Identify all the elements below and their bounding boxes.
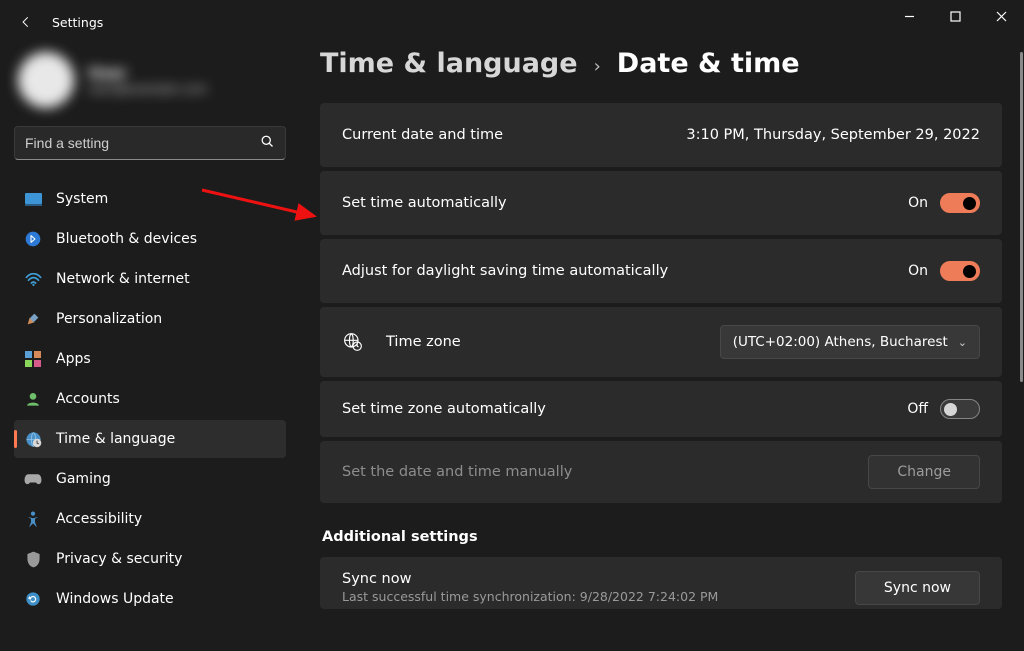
maximize-button[interactable] — [932, 0, 978, 32]
window-title: Settings — [52, 15, 103, 30]
breadcrumb-current: Date & time — [617, 48, 800, 79]
sidebar-item-label: Accessibility — [56, 511, 142, 527]
tz-auto-row: Set time zone automatically Off — [320, 381, 1002, 437]
user-block[interactable]: User user@example.com — [14, 44, 286, 126]
apps-icon — [24, 350, 42, 368]
dst-toggle-group: On — [908, 261, 980, 281]
timezone-label: Time zone — [386, 334, 720, 350]
sidebar-item-system[interactable]: System — [14, 180, 286, 218]
sidebar-item-label: Bluetooth & devices — [56, 231, 197, 247]
sync-sub: Last successful time synchronization: 9/… — [342, 589, 855, 604]
set-time-auto-toggle-group: On — [908, 193, 980, 213]
search-input[interactable] — [25, 135, 260, 151]
search-box[interactable] — [14, 126, 286, 160]
set-time-auto-label: Set time automatically — [342, 195, 908, 211]
sidebar-item-bluetooth[interactable]: Bluetooth & devices — [14, 220, 286, 258]
change-button[interactable]: Change — [868, 455, 980, 489]
dst-state: On — [908, 263, 928, 279]
scrollbar[interactable] — [1020, 52, 1023, 382]
tz-auto-toggle[interactable] — [940, 399, 980, 419]
privacy-icon — [24, 550, 42, 568]
personalization-icon — [24, 310, 42, 328]
dst-label: Adjust for daylight saving time automati… — [342, 263, 908, 279]
change-button-label: Change — [897, 464, 951, 480]
sync-row: Sync now Last successful time synchroniz… — [320, 557, 1002, 609]
system-icon — [24, 190, 42, 208]
additional-settings-title: Additional settings — [322, 529, 1000, 545]
sidebar-item-label: Network & internet — [56, 271, 190, 287]
manual-row: Set the date and time manually Change — [320, 441, 1002, 503]
dst-row: Adjust for daylight saving time automati… — [320, 239, 1002, 303]
timezone-row: Time zone (UTC+02:00) Athens, Bucharest … — [320, 307, 1002, 377]
sidebar-item-label: Accounts — [56, 391, 120, 407]
window-controls — [886, 0, 1024, 32]
sidebar-item-label: Privacy & security — [56, 551, 182, 567]
sidebar-item-label: Time & language — [56, 431, 175, 447]
tz-auto-label: Set time zone automatically — [342, 401, 907, 417]
sidebar-item-label: Windows Update — [56, 591, 174, 607]
current-date-time-label: Current date and time — [342, 127, 686, 143]
sidebar-item-accounts[interactable]: Accounts — [14, 380, 286, 418]
current-date-time-row: Current date and time 3:10 PM, Thursday,… — [320, 103, 1002, 167]
sidebar-item-label: Apps — [56, 351, 91, 367]
dst-toggle[interactable] — [940, 261, 980, 281]
main-content: Time & language › Date & time Current da… — [320, 48, 1002, 651]
sync-now-button-label: Sync now — [884, 580, 951, 596]
network-icon — [24, 270, 42, 288]
tz-auto-state: Off — [907, 401, 928, 417]
sidebar-item-label: Personalization — [56, 311, 162, 327]
user-text: User user@example.com — [88, 64, 207, 96]
set-time-auto-state: On — [908, 195, 928, 211]
sync-title: Sync now — [342, 571, 855, 587]
sidebar-item-gaming[interactable]: Gaming — [14, 460, 286, 498]
manual-label: Set the date and time manually — [342, 464, 868, 480]
breadcrumb-parent[interactable]: Time & language — [320, 48, 578, 79]
timezone-value: (UTC+02:00) Athens, Bucharest — [733, 334, 948, 350]
minimize-button[interactable] — [886, 0, 932, 32]
sidebar-item-personalization[interactable]: Personalization — [14, 300, 286, 338]
accounts-icon — [24, 390, 42, 408]
nav-list: System Bluetooth & devices Network & int… — [14, 180, 286, 618]
search-icon — [260, 134, 275, 153]
sidebar-item-label: Gaming — [56, 471, 111, 487]
time-icon — [24, 430, 42, 448]
sidebar-item-windows-update[interactable]: Windows Update — [14, 580, 286, 618]
update-icon — [24, 590, 42, 608]
sidebar-item-apps[interactable]: Apps — [14, 340, 286, 378]
sync-text: Sync now Last successful time synchroniz… — [342, 571, 855, 604]
sidebar-item-label: System — [56, 191, 108, 207]
user-email: user@example.com — [88, 82, 207, 96]
sidebar-item-accessibility[interactable]: Accessibility — [14, 500, 286, 538]
breadcrumb: Time & language › Date & time — [320, 48, 1002, 79]
titlebar: Settings — [0, 0, 1024, 44]
sidebar-item-time-language[interactable]: Time & language — [14, 420, 286, 458]
timezone-dropdown[interactable]: (UTC+02:00) Athens, Bucharest ⌄ — [720, 325, 980, 359]
current-date-time-value: 3:10 PM, Thursday, September 29, 2022 — [686, 127, 980, 143]
chevron-right-icon: › — [594, 56, 601, 77]
gaming-icon — [24, 470, 42, 488]
avatar — [18, 52, 74, 108]
globe-icon — [342, 332, 364, 352]
sidebar-item-network[interactable]: Network & internet — [14, 260, 286, 298]
set-time-auto-row: Set time automatically On — [320, 171, 1002, 235]
chevron-down-icon: ⌄ — [958, 336, 967, 349]
close-button[interactable] — [978, 0, 1024, 32]
accessibility-icon — [24, 510, 42, 528]
back-button[interactable] — [14, 10, 38, 34]
bluetooth-icon — [24, 230, 42, 248]
tz-auto-toggle-group: Off — [907, 399, 980, 419]
sidebar-item-privacy[interactable]: Privacy & security — [14, 540, 286, 578]
sidebar: User user@example.com System Bluetooth &… — [0, 44, 300, 651]
set-time-auto-toggle[interactable] — [940, 193, 980, 213]
user-name: User — [88, 64, 207, 82]
sync-now-button[interactable]: Sync now — [855, 571, 980, 605]
